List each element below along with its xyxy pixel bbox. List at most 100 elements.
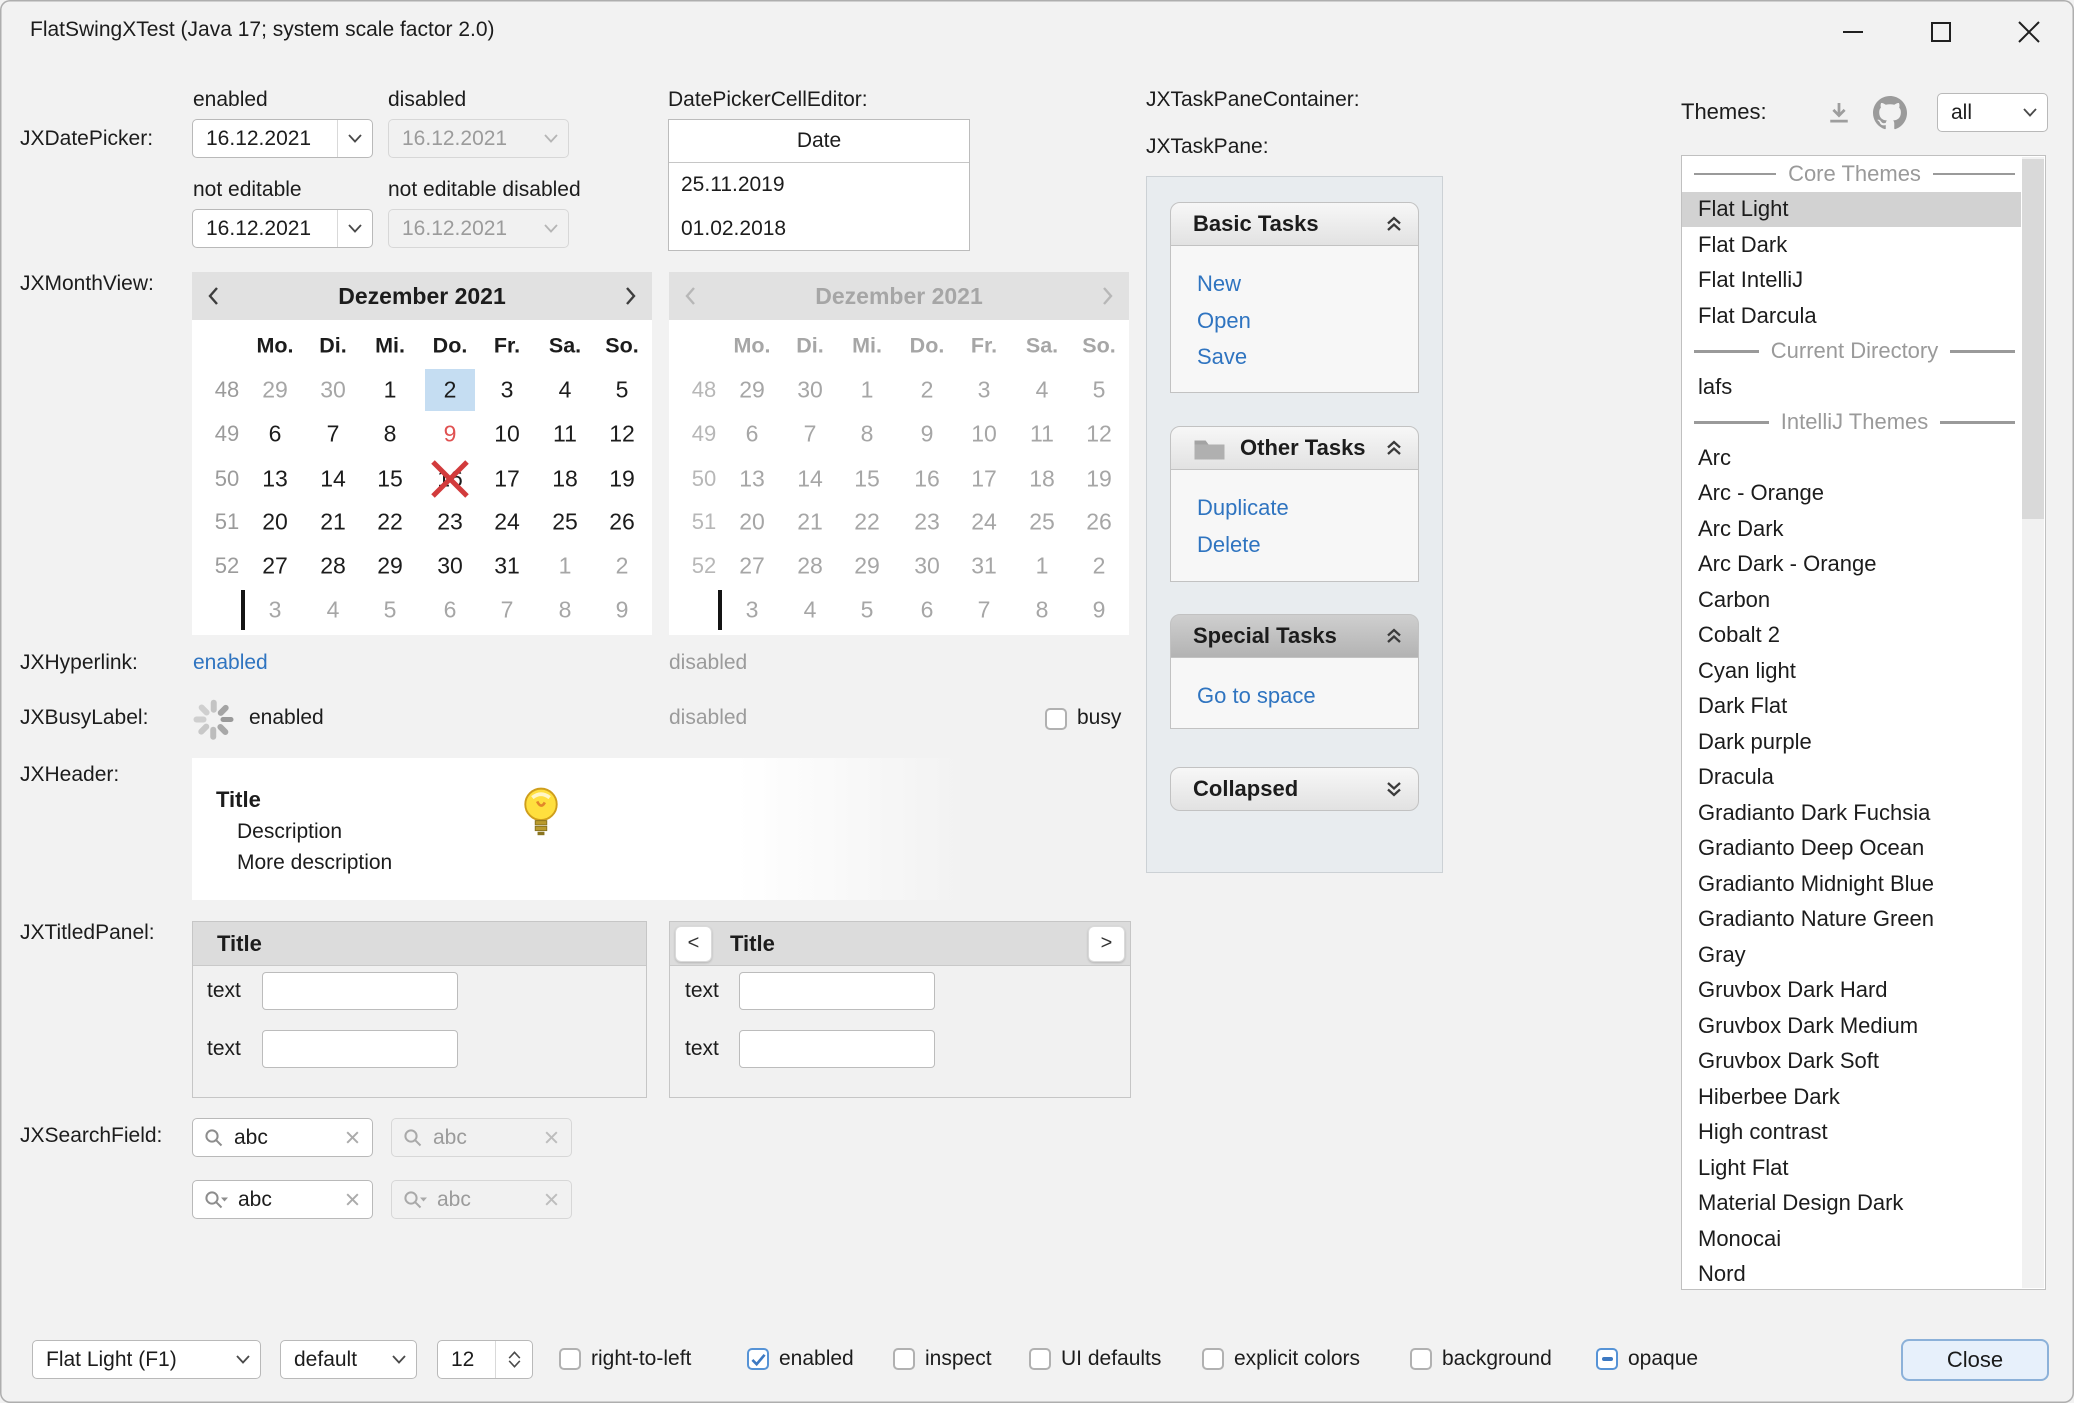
search-field-enabled[interactable]: abc (192, 1118, 373, 1157)
table-column-header[interactable]: Date (669, 120, 969, 163)
taskpane-group-header[interactable]: Collapsed (1170, 767, 1419, 811)
calendar-day-cell[interactable]: 6 (269, 421, 282, 448)
titledpanel-next-button[interactable]: > (1088, 926, 1125, 962)
github-icon[interactable] (1873, 96, 1907, 130)
calendar-day-cell[interactable]: 3 (269, 597, 282, 624)
chevron-down-icon[interactable] (337, 210, 372, 247)
theme-item[interactable]: lafs (1682, 369, 2045, 405)
calendar-day-cell[interactable]: 20 (262, 509, 288, 536)
calendar-day-cell[interactable]: 27 (262, 553, 288, 580)
collapse-chevron-icon[interactable] (1384, 215, 1404, 233)
search-field-with-menu-enabled[interactable]: abc (192, 1180, 373, 1219)
hyperlink-enabled[interactable]: enabled (193, 649, 268, 677)
checkbox-opaque[interactable] (1596, 1348, 1618, 1370)
taskpane-group-header[interactable]: Basic Tasks (1170, 202, 1419, 246)
calendar-day-cell[interactable]: 29 (377, 553, 403, 580)
theme-item[interactable]: Arc Dark (1682, 511, 2045, 547)
calendar-day-cell[interactable]: 18 (552, 466, 578, 493)
table-row[interactable]: 01.02.2018 (669, 207, 969, 251)
theme-item[interactable]: Nord (1682, 1257, 2045, 1291)
calendar-day-cell[interactable]: 11 (553, 421, 577, 448)
minimize-button[interactable] (1830, 9, 1876, 55)
calendar-day-cell[interactable]: 15 (377, 466, 403, 493)
laf-combobox[interactable]: Flat Light (F1) (32, 1340, 261, 1379)
theme-item[interactable]: Gruvbox Dark Soft (1682, 1044, 2045, 1080)
checkbox-enabled[interactable] (747, 1348, 769, 1370)
checkbox-label[interactable]: opaque (1628, 1345, 1698, 1373)
calendar-day-cell[interactable]: 9 (444, 421, 457, 448)
calendar-day-cell[interactable]: 13 (262, 466, 288, 493)
task-link[interactable]: Duplicate (1197, 490, 1418, 527)
calendar-day-cell[interactable]: 23 (437, 509, 463, 536)
busy-checkbox[interactable] (1045, 708, 1067, 730)
theme-item[interactable]: Cyan light (1682, 653, 2045, 689)
calendar-day-cell[interactable]: 14 (320, 466, 346, 493)
calendar-day-cell[interactable]: 30 (437, 553, 463, 580)
theme-item[interactable]: Arc (1682, 440, 2045, 476)
calendar-day-cell[interactable]: 21 (320, 509, 346, 536)
calendar-day-cell[interactable]: 29 (262, 377, 288, 404)
theme-item[interactable]: Material Design Dark (1682, 1186, 2045, 1222)
theme-item[interactable]: Gruvbox Dark Medium (1682, 1008, 2045, 1044)
checkbox-label[interactable]: enabled (779, 1345, 854, 1373)
close-button[interactable]: Close (1901, 1339, 2049, 1381)
calendar-day-cell[interactable]: 10 (494, 421, 520, 448)
chevron-right-icon[interactable] (608, 272, 652, 320)
task-link[interactable]: Open (1197, 303, 1418, 340)
calendar-day-cell[interactable]: 19 (609, 466, 635, 493)
calendar-day-cell[interactable]: 8 (559, 597, 572, 624)
taskpane-group-header[interactable]: Special Tasks (1170, 614, 1419, 658)
calendar-day-cell[interactable]: 4 (327, 597, 340, 624)
checkbox-background[interactable] (1410, 1348, 1432, 1370)
download-icon[interactable] (1824, 98, 1854, 128)
calendar-day-cell[interactable]: 24 (494, 509, 520, 536)
calendar-day-cell[interactable]: 5 (616, 377, 629, 404)
checkbox-ui-defaults[interactable] (1029, 1348, 1051, 1370)
font-size-spinner[interactable]: 12 (437, 1340, 533, 1379)
taskpane-group-header[interactable]: Other Tasks (1170, 426, 1419, 470)
calendar-day-cell[interactable]: 31 (494, 553, 520, 580)
scrollbar-thumb[interactable] (2022, 159, 2044, 519)
checkbox-explicit-colors[interactable] (1202, 1348, 1224, 1370)
calendar-day-cell[interactable]: 9 (616, 597, 629, 624)
calendar-day-cell[interactable]: 3 (501, 377, 514, 404)
titledpanel-prev-button[interactable]: < (675, 926, 712, 962)
theme-item[interactable]: Flat Dark (1682, 227, 2045, 263)
theme-item[interactable]: Dark purple (1682, 724, 2045, 760)
theme-item[interactable]: Gradianto Midnight Blue (1682, 866, 2045, 902)
theme-item[interactable]: Gradianto Dark Fuchsia (1682, 795, 2045, 831)
collapse-chevron-icon[interactable] (1384, 627, 1404, 645)
calendar-day-cell[interactable]: 22 (377, 509, 403, 536)
table-row[interactable]: 25.11.2019 (669, 163, 969, 207)
calendar-day-cell[interactable]: 6 (444, 597, 457, 624)
text-input[interactable] (262, 1030, 458, 1068)
checkbox-label[interactable]: background (1442, 1345, 1552, 1373)
calendar-day-cell[interactable]: 7 (327, 421, 340, 448)
calendar-day-cell[interactable]: 28 (320, 553, 346, 580)
calendar-day-cell[interactable]: 7 (501, 597, 514, 624)
theme-item[interactable]: Light Flat (1682, 1150, 2045, 1186)
theme-item[interactable]: Arc - Orange (1682, 476, 2045, 512)
theme-item[interactable]: Gradianto Deep Ocean (1682, 831, 2045, 867)
theme-item[interactable]: Gruvbox Dark Hard (1682, 973, 2045, 1009)
busy-checkbox-label[interactable]: busy (1077, 704, 1121, 732)
calendar-day-cell[interactable]: 12 (609, 421, 635, 448)
task-link[interactable]: Go to space (1197, 678, 1418, 715)
checkbox-inspect[interactable] (893, 1348, 915, 1370)
search-menu-icon[interactable] (202, 1188, 230, 1212)
task-link[interactable]: Delete (1197, 527, 1418, 564)
theme-item[interactable]: Flat Darcula (1682, 298, 2045, 334)
theme-item[interactable]: Gray (1682, 937, 2045, 973)
chevron-left-icon[interactable] (192, 272, 236, 320)
calendar-day-cell[interactable]: 17 (494, 466, 520, 493)
collapse-chevron-icon[interactable] (1384, 439, 1404, 457)
checkbox-label[interactable]: inspect (925, 1345, 992, 1373)
close-window-button[interactable] (2006, 9, 2052, 55)
calendar-day-cell[interactable]: 5 (384, 597, 397, 624)
text-input[interactable] (739, 972, 935, 1010)
checkbox-label[interactable]: UI defaults (1061, 1345, 1161, 1373)
calendar-day-cell[interactable]: 2 (616, 553, 629, 580)
theme-item[interactable]: Carbon (1682, 582, 2045, 618)
spinner-buttons[interactable] (495, 1341, 532, 1378)
expand-chevron-icon[interactable] (1384, 780, 1404, 798)
